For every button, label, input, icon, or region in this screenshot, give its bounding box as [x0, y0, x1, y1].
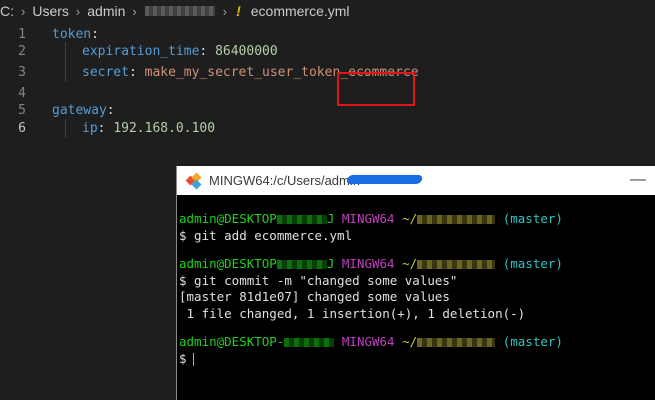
breadcrumb-admin[interactable]: admin: [85, 3, 127, 19]
command-line: $ git commit -m "changed some values": [179, 272, 458, 288]
redacted-path: [417, 338, 496, 347]
terminal-titlebar[interactable]: MINGW64:/c/Users/admin —: [177, 166, 655, 195]
redacted-hostname: [276, 260, 327, 269]
code-editor[interactable]: 1 token: 2 expiration_time: 86400000 3 s…: [0, 22, 655, 162]
editor-line-5[interactable]: 5 gateway:: [0, 101, 655, 120]
breadcrumb-file[interactable]: ecommerce.yml: [249, 3, 352, 19]
text-cursor: [192, 352, 194, 366]
chevron-right-icon: ›: [132, 3, 137, 19]
prompt-line: admin@DESKTOP J MINGW64 ~/ (master): [179, 211, 563, 226]
redaction-scribble: [345, 175, 424, 184]
yaml-file-icon: !: [236, 3, 241, 19]
redacted-path: [417, 215, 496, 224]
command-line: $ git add ecommerce.yml: [179, 227, 353, 243]
git-bash-icon: [185, 172, 202, 189]
indent-guide: [65, 42, 66, 82]
terminal-window[interactable]: MINGW64:/c/Users/admin — admin@DESKTOP J …: [176, 166, 655, 400]
terminal-output[interactable]: admin@DESKTOP J MINGW64 ~/ (master) $ git…: [177, 195, 655, 367]
editor-line-2[interactable]: 2 expiration_time: 86400000: [0, 42, 655, 61]
output-line: 1 file changed, 1 insertion(+), 1 deleti…: [179, 305, 526, 321]
indent-guide: [65, 119, 66, 138]
minimize-button[interactable]: —: [630, 171, 646, 189]
chevron-right-icon: ›: [21, 3, 26, 19]
prompt-line: admin@DESKTOP- MINGW64 ~/ (master): [179, 334, 563, 349]
editor-line-6[interactable]: 6 ip: 192.168.0.100: [0, 119, 655, 138]
redacted-folder[interactable]: [144, 6, 215, 16]
input-line[interactable]: $: [179, 351, 655, 368]
breadcrumb: C: › Users › admin › › ! ecommerce.yml: [0, 0, 655, 22]
line-number: 2: [18, 44, 26, 59]
editor-line-3[interactable]: 3 secret: make_my_secret_user_token_ecom…: [0, 63, 655, 82]
chevron-right-icon: ›: [75, 3, 81, 19]
line-code: expiration_time: 86400000: [82, 44, 278, 59]
prompt-line: admin@DESKTOP J MINGW64 ~/ (master): [179, 256, 563, 271]
output-line: [master 81d1e07] changed some values: [179, 289, 450, 304]
line-code: gateway:: [52, 103, 115, 118]
redacted-hostname: [284, 338, 335, 347]
line-code: ip: 192.168.0.100: [82, 121, 216, 136]
line-number: 6: [18, 121, 26, 136]
breadcrumb-drive[interactable]: C:: [0, 3, 16, 19]
breadcrumb-users[interactable]: Users: [30, 3, 71, 19]
chevron-right-icon: ›: [222, 3, 228, 19]
line-number: 3: [18, 65, 26, 80]
terminal-title: MINGW64:/c/Users/admin: [209, 173, 360, 188]
annotation-highlight-box: [337, 72, 415, 106]
redacted-hostname: [276, 215, 327, 224]
line-number: 5: [18, 103, 26, 118]
redacted-path: [417, 260, 496, 269]
